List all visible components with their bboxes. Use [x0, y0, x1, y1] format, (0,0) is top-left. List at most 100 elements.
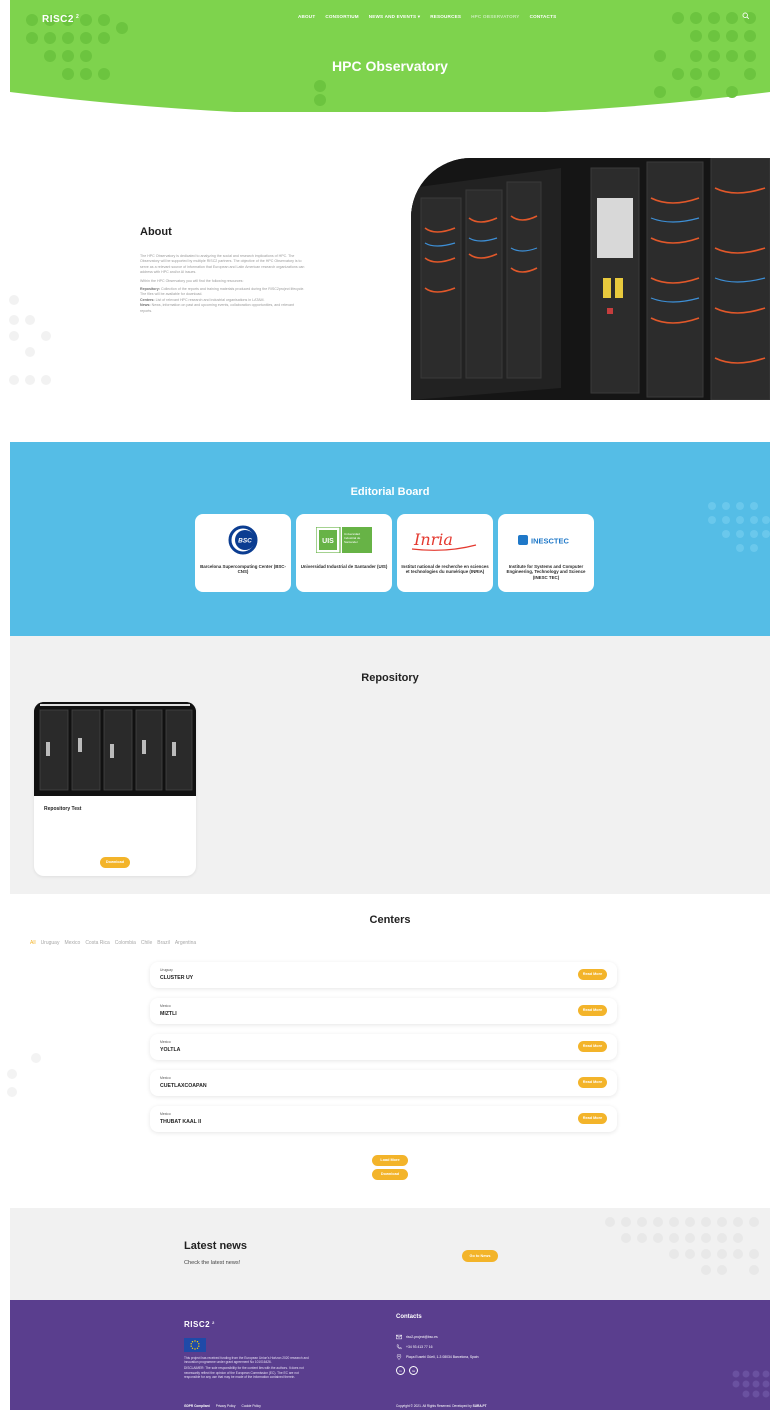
- privacy-policy-link[interactable]: Privacy Policy: [216, 1404, 236, 1408]
- contact-phone[interactable]: +34 93 413 77 16: [396, 1344, 433, 1350]
- filter-chile[interactable]: Chile: [141, 940, 152, 946]
- center-row[interactable]: Mexico MIZTLI Read More: [150, 998, 617, 1024]
- search-icon[interactable]: [742, 12, 750, 20]
- page-title: HPC Observatory: [332, 58, 448, 74]
- inesctec-logo: INESCTEC: [498, 522, 594, 558]
- repository-thumbnail: [34, 702, 196, 796]
- filter-brazil[interactable]: Brazil: [157, 940, 170, 946]
- inria-logo: Inria: [397, 522, 493, 558]
- editorial-board-section: Editorial Board BSC Barcelona Supercompu…: [10, 442, 770, 636]
- editorial-board-title: Editorial Board: [350, 486, 430, 498]
- board-card-caption: Universidad Industrial de Santander (UIS…: [300, 564, 388, 569]
- svg-text:UIS: UIS: [322, 538, 334, 545]
- center-row[interactable]: Mexico YOLTLA Read More: [150, 1034, 617, 1060]
- decorative-dots: [605, 1217, 759, 1275]
- developer-link[interactable]: SURA.PT: [473, 1404, 487, 1408]
- decorative-dots: [9, 295, 51, 385]
- filter-argentina[interactable]: Argentina: [175, 940, 196, 946]
- nav-consortium[interactable]: CONSORTIUM: [325, 14, 358, 20]
- nav-news-and-events[interactable]: NEWS AND EVENTS ▾: [369, 14, 420, 20]
- repository-title: Repository: [361, 672, 419, 684]
- board-card-caption: Barcelona Supercomputing Center (BSC-CNS…: [200, 564, 286, 575]
- gdpr-link[interactable]: GDPR Compliant: [184, 1404, 210, 1408]
- about-paragraph: The HPC Observatory is dedicated to anal…: [140, 254, 305, 275]
- board-card-inria[interactable]: Inria Institut national de recherche en …: [397, 514, 493, 592]
- read-more-button[interactable]: Read More: [578, 1113, 607, 1124]
- eu-flag-icon: [184, 1338, 206, 1352]
- center-row[interactable]: Mexico CUETLAXCOAPAN Read More: [150, 1070, 617, 1096]
- center-name: YOLTLA: [160, 1047, 181, 1053]
- board-card-caption: Institut national de recherche en scienc…: [401, 564, 489, 575]
- latest-news-section: Latest news Check the latest news! Go to…: [10, 1208, 770, 1300]
- go-to-news-button[interactable]: Go to News: [462, 1250, 498, 1262]
- latest-news-subtitle: Check the latest news!: [184, 1260, 241, 1266]
- footer-logo[interactable]: RISC2 2: [184, 1320, 215, 1329]
- center-name: CLUSTER UY: [160, 975, 194, 981]
- about-paragraph: Within the HPC Observatory you will find…: [140, 278, 244, 283]
- nav-contacts[interactable]: CONTACTS: [530, 14, 557, 20]
- center-country: Mexico: [160, 1004, 171, 1008]
- nav-about[interactable]: ABOUT: [298, 14, 315, 20]
- site-logo[interactable]: RISC2 2: [42, 14, 79, 25]
- contacts-title: Contacts: [396, 1314, 422, 1320]
- center-name: CUETLAXCOAPAN: [160, 1083, 207, 1089]
- read-more-button[interactable]: Read More: [578, 969, 607, 980]
- center-row[interactable]: Uruguay CLUSTER UY Read More: [150, 962, 617, 988]
- read-more-button[interactable]: Read More: [578, 1005, 607, 1016]
- center-country: Uruguay: [160, 968, 173, 972]
- about-description: The HPC Observatory is dedicated to anal…: [140, 254, 306, 317]
- twitter-icon[interactable]: tw: [409, 1366, 418, 1375]
- filter-uruguay[interactable]: Uruguay: [41, 940, 60, 946]
- center-country: Mexico: [160, 1076, 171, 1080]
- site-footer: RISC2 2 This project has received funding…: [10, 1300, 770, 1410]
- hero-header: RISC2 2 ABOUT CONSORTIUM NEWS AND EVENTS …: [10, 0, 770, 112]
- board-card-bsc[interactable]: BSC Barcelona Supercomputing Center (BSC…: [195, 514, 291, 592]
- social-links: in tw: [396, 1366, 418, 1375]
- filter-all[interactable]: All: [30, 940, 36, 946]
- board-card-caption: Institute for Systems and Computer Engin…: [506, 564, 586, 580]
- read-more-button[interactable]: Read More: [578, 1041, 607, 1052]
- bsc-logo: BSC: [195, 522, 291, 558]
- decorative-dots: [732, 1370, 770, 1398]
- about-resource-list: Repository: Collection of the reports an…: [140, 287, 305, 313]
- copyright-text: Copyright © 2021. All Rights Reserved. D…: [396, 1404, 487, 1408]
- download-button[interactable]: Download: [372, 1169, 408, 1180]
- read-more-button[interactable]: Read More: [578, 1077, 607, 1088]
- nav-hpc-observatory[interactable]: HPC OBSERVATORY: [471, 14, 519, 20]
- latest-news-title: Latest news: [184, 1240, 247, 1252]
- download-button[interactable]: Download: [100, 857, 130, 868]
- cookie-policy-link[interactable]: Cookie Policy: [242, 1404, 261, 1408]
- filter-mexico[interactable]: Mexico: [64, 940, 80, 946]
- uis-logo: UIS Universidad Industrial de Santander: [296, 522, 392, 558]
- center-country: Mexico: [160, 1112, 171, 1116]
- funding-note: This project has received funding from t…: [184, 1356, 309, 1365]
- location-pin-icon: [396, 1354, 402, 1360]
- center-name: MIZTLI: [160, 1011, 177, 1017]
- load-more-button[interactable]: Load More: [372, 1155, 408, 1166]
- centers-title: Centers: [369, 914, 411, 926]
- disclaimer-note: DISCLAIMER: The sole responsibility for …: [184, 1366, 304, 1379]
- server-room-image: [411, 158, 770, 400]
- center-name: THUBAT KAAL II: [160, 1119, 202, 1125]
- contact-email[interactable]: risc2-project@bsc.es: [396, 1334, 438, 1340]
- footer-links: GDPR Compliant Privacy Policy Cookie Pol…: [184, 1404, 261, 1408]
- svg-text:Inria: Inria: [413, 530, 453, 549]
- filter-colombia[interactable]: Colombia: [115, 940, 136, 946]
- repository-card[interactable]: Repository Test Download: [34, 702, 196, 876]
- svg-text:INESCTEC: INESCTEC: [531, 537, 570, 546]
- main-nav: ABOUT CONSORTIUM NEWS AND EVENTS ▾ RESOU…: [298, 14, 556, 20]
- editorial-board-cards: BSC Barcelona Supercomputing Center (BSC…: [195, 514, 594, 592]
- board-card-uis[interactable]: UIS Universidad Industrial de Santander …: [296, 514, 392, 592]
- svg-text:BSC: BSC: [238, 538, 252, 545]
- board-card-inesctec[interactable]: INESCTEC Institute for Systems and Compu…: [498, 514, 594, 592]
- nav-resources[interactable]: RESOURCES: [430, 14, 461, 20]
- contact-address: Plaça Eusebi Güell, 1-3 08034 Barcelona,…: [396, 1354, 479, 1360]
- repository-item-title: Repository Test: [44, 806, 82, 812]
- centers-filter-bar: All Uruguay Mexico Costa Rica Colombia C…: [30, 940, 196, 946]
- decorative-dots: [708, 502, 770, 552]
- center-row[interactable]: Mexico THUBAT KAAL II Read More: [150, 1106, 617, 1132]
- linkedin-icon[interactable]: in: [396, 1366, 405, 1375]
- about-title: About: [140, 226, 172, 238]
- center-country: Mexico: [160, 1040, 171, 1044]
- filter-costa-rica[interactable]: Costa Rica: [85, 940, 109, 946]
